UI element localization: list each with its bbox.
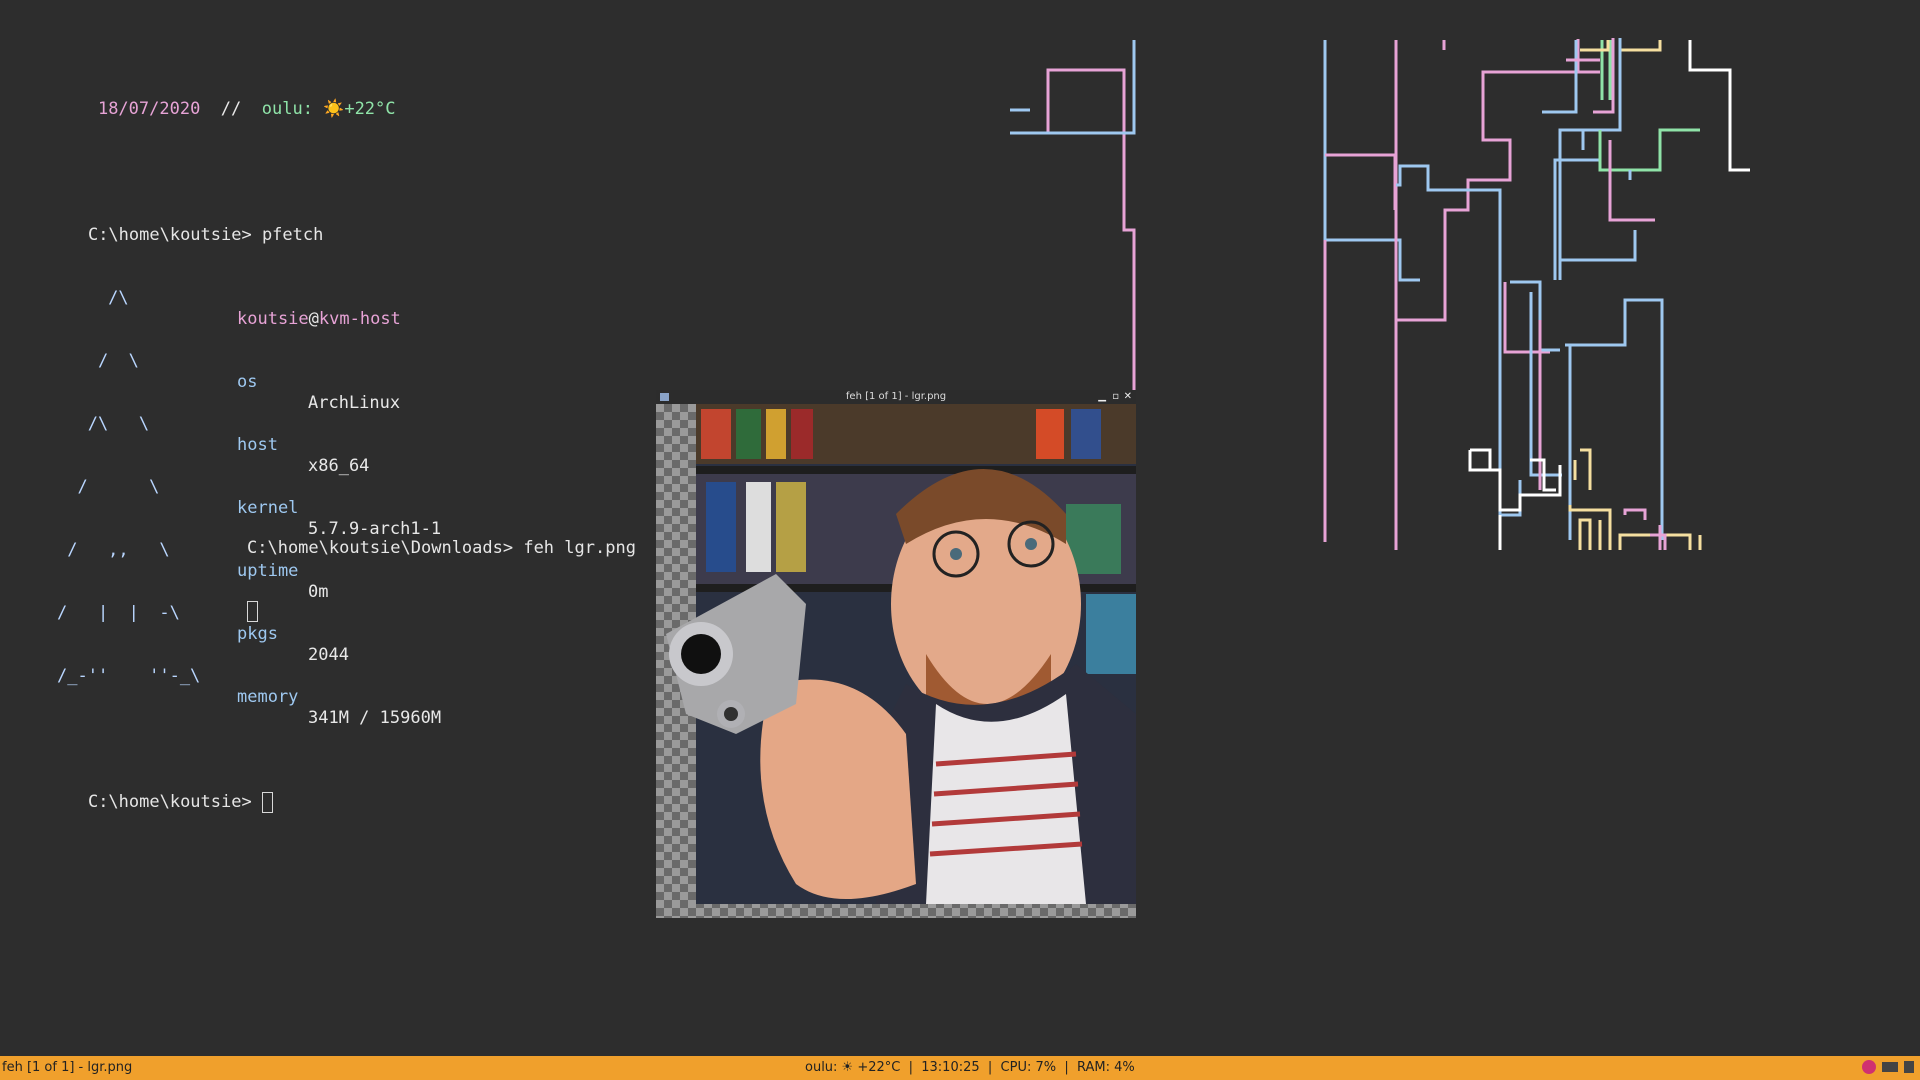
- prompt-line: C:\home\koutsie\Downloads> feh lgr.png: [247, 538, 636, 559]
- status-bar: feh [1 of 1] - lgr.png oulu: ☀ +22°C | 1…: [0, 1056, 1920, 1080]
- system-tray: [1862, 1060, 1914, 1074]
- logo-line: /\ \: [57, 414, 150, 434]
- focused-window-title[interactable]: feh [1 of 1] - lgr.png: [2, 1056, 132, 1080]
- pfetch-row-0: /\ koutsie@kvm-host: [57, 267, 657, 329]
- date-text: 18/07/2020: [97, 99, 201, 119]
- network-tray-icon[interactable]: [1904, 1061, 1914, 1073]
- pfetch-row-1: / \ os ArchLinux: [57, 330, 657, 413]
- terminal-downloads[interactable]: C:\home\koutsie\Downloads> feh lgr.png: [247, 496, 636, 643]
- pfetch-row-6: /_-'' ''-_\ memory 341M / 15960M: [57, 645, 657, 728]
- text-cursor: [247, 601, 258, 622]
- prompt-text: C:\home\koutsie>: [87, 792, 262, 812]
- text-cursor: [261, 792, 273, 813]
- app-tray-icon[interactable]: [1862, 1060, 1876, 1074]
- logo-line: / \: [57, 477, 160, 497]
- field-key: os: [237, 372, 258, 392]
- user-host: koutsie@kvm-host: [237, 309, 401, 329]
- field-key: memory: [237, 687, 299, 707]
- logo-line: / | | -\: [57, 603, 180, 623]
- prompt-command: C:\home\koutsie> pfetch: [87, 225, 324, 245]
- pfetch-row-2: /\ \ host x86_64: [57, 393, 657, 476]
- window-icon: [660, 393, 669, 401]
- logo-line: /\: [57, 288, 129, 308]
- logo-line: / \: [57, 351, 139, 371]
- logo-line: /_-'' ''-_\: [57, 666, 201, 686]
- field-key: host: [237, 435, 278, 455]
- image-canvas: [656, 404, 1136, 918]
- prompt-line: C:\home\koutsie> pfetch: [47, 204, 647, 245]
- logo-line: / ,, \: [57, 540, 170, 560]
- date-weather-line: 18/07/2020 // oulu: ☀️+22°C: [57, 78, 657, 119]
- cursor-line: [247, 601, 636, 622]
- pfetch-row-3: / \ kernel 5.7.9-arch1-1: [57, 456, 657, 539]
- weather-text: oulu: ☀️+22°C: [261, 99, 396, 119]
- prompt-command: C:\home\koutsie\Downloads> feh lgr.png: [247, 538, 636, 558]
- terminal-pfetch[interactable]: 18/07/2020 // oulu: ☀️+22°C C:\home\kout…: [57, 36, 657, 813]
- feh-title-text: feh [1 of 1] - lgr.png: [845, 391, 947, 402]
- maximize-icon[interactable]: ▫: [1112, 390, 1119, 404]
- feh-titlebar[interactable]: feh [1 of 1] - lgr.png ▁ ▫ ✕: [656, 390, 1136, 404]
- prompt-line-2: C:\home\koutsie>: [47, 771, 647, 813]
- separator: //: [220, 99, 242, 119]
- keyboard-tray-icon[interactable]: [1882, 1062, 1898, 1072]
- photo-image: [666, 404, 1136, 904]
- close-icon[interactable]: ✕: [1124, 390, 1132, 404]
- feh-window[interactable]: feh [1 of 1] - lgr.png ▁ ▫ ✕: [656, 390, 1136, 918]
- status-info: oulu: ☀ +22°C | 13:10:25 | CPU: 7% | RAM…: [805, 1060, 1135, 1075]
- minimize-icon[interactable]: ▁: [1098, 390, 1106, 404]
